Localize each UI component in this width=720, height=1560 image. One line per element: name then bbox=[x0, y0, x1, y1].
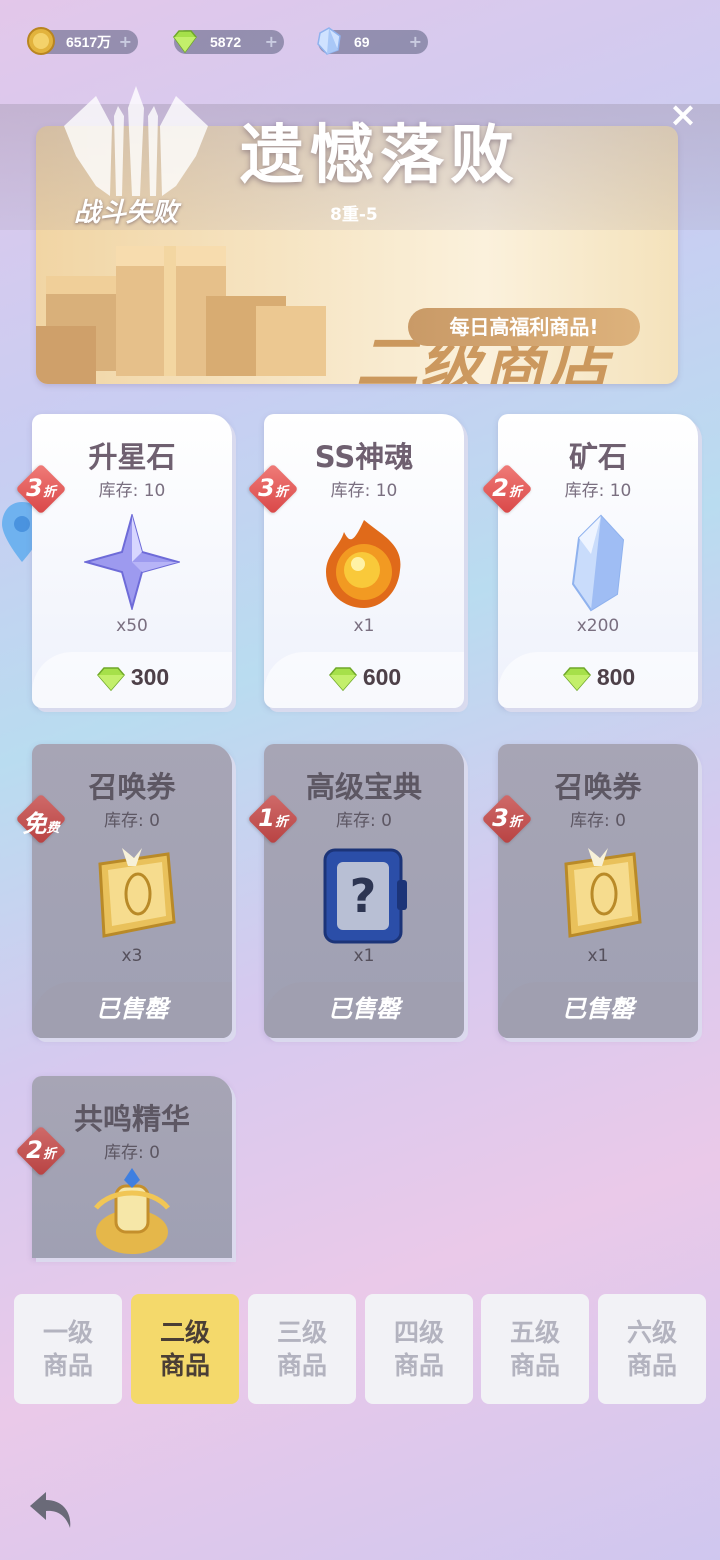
summon-ticket-icon bbox=[564, 848, 642, 938]
star-stone-icon bbox=[84, 514, 180, 610]
item-price[interactable]: 600 bbox=[264, 664, 464, 692]
item-quantity: x1 bbox=[353, 946, 375, 966]
discount-badge: 3折 bbox=[247, 463, 299, 515]
price-value: 800 bbox=[596, 664, 636, 691]
defeat-title: 遗憾落败 bbox=[240, 118, 520, 193]
summon-ticket-icon bbox=[98, 848, 176, 938]
item-quantity: x200 bbox=[576, 616, 620, 636]
item-price[interactable]: 800 bbox=[498, 664, 698, 692]
item-quantity: x1 bbox=[587, 946, 609, 966]
green-gem-icon bbox=[328, 667, 357, 692]
currency-gem[interactable]: 5872 + bbox=[173, 30, 284, 54]
discount-badge: 2折 bbox=[481, 463, 533, 515]
gold-value: 6517万 bbox=[66, 34, 112, 50]
sold-out-label: 已售罄 bbox=[96, 995, 168, 1023]
price-value: 600 bbox=[362, 664, 402, 691]
fire-soul-icon bbox=[326, 520, 401, 608]
currency-gold[interactable]: 6517万 + bbox=[27, 27, 138, 55]
sold-out-label: 已售罄 bbox=[328, 995, 400, 1023]
gold-coin-icon bbox=[27, 27, 55, 55]
blue-crystal-icon bbox=[317, 27, 341, 55]
gem-value: 5872 bbox=[210, 34, 242, 50]
discount-badge: 3折 bbox=[481, 793, 533, 845]
banner-tagline: 每日高福利商品! bbox=[408, 308, 640, 346]
tab-level-5-items[interactable]: 五级 商品 bbox=[481, 1294, 589, 1404]
tab-level-6-items[interactable]: 六级 商品 bbox=[598, 1294, 706, 1404]
green-gem-icon bbox=[173, 30, 197, 54]
close-button[interactable]: × bbox=[666, 98, 700, 132]
tab-level-1-items[interactable]: 一级 商品 bbox=[14, 1294, 122, 1404]
add-gold-button[interactable]: + bbox=[119, 30, 132, 54]
price-value: 300 bbox=[130, 664, 170, 691]
green-gem-icon bbox=[562, 667, 591, 692]
resonance-essence-icon bbox=[94, 1168, 170, 1254]
green-gem-icon bbox=[96, 667, 125, 692]
tab-level-2-items[interactable]: 二级 商品 bbox=[131, 1294, 239, 1404]
add-crystal-button[interactable]: + bbox=[409, 30, 422, 54]
item-quantity: x1 bbox=[353, 616, 375, 636]
crystal-value: 69 bbox=[354, 34, 370, 50]
item-quantity: x50 bbox=[116, 616, 148, 636]
mystery-book-icon: ? bbox=[323, 848, 407, 944]
currency-crystal[interactable]: 69 + bbox=[317, 27, 428, 55]
svg-text:?: ? bbox=[350, 869, 377, 923]
back-arrow-icon[interactable] bbox=[26, 1488, 76, 1534]
tab-level-4-items[interactable]: 四级 商品 bbox=[365, 1294, 473, 1404]
stage-label: 8重-5 bbox=[330, 205, 378, 225]
discount-badge: 2折 bbox=[15, 1125, 67, 1177]
sold-out-label: 已售罄 bbox=[562, 995, 634, 1023]
discount-badge: 3折 bbox=[15, 463, 67, 515]
add-gem-button[interactable]: + bbox=[265, 30, 278, 54]
item-quantity: x3 bbox=[121, 946, 143, 966]
item-price[interactable]: 300 bbox=[32, 664, 232, 692]
ore-crystal-icon bbox=[571, 514, 625, 612]
battle-failed-text: 战斗失败 bbox=[74, 198, 179, 228]
discount-badge: 1折 bbox=[247, 793, 299, 845]
discount-badge: 免费 bbox=[15, 793, 67, 845]
tab-level-3-items[interactable]: 三级 商品 bbox=[248, 1294, 356, 1404]
